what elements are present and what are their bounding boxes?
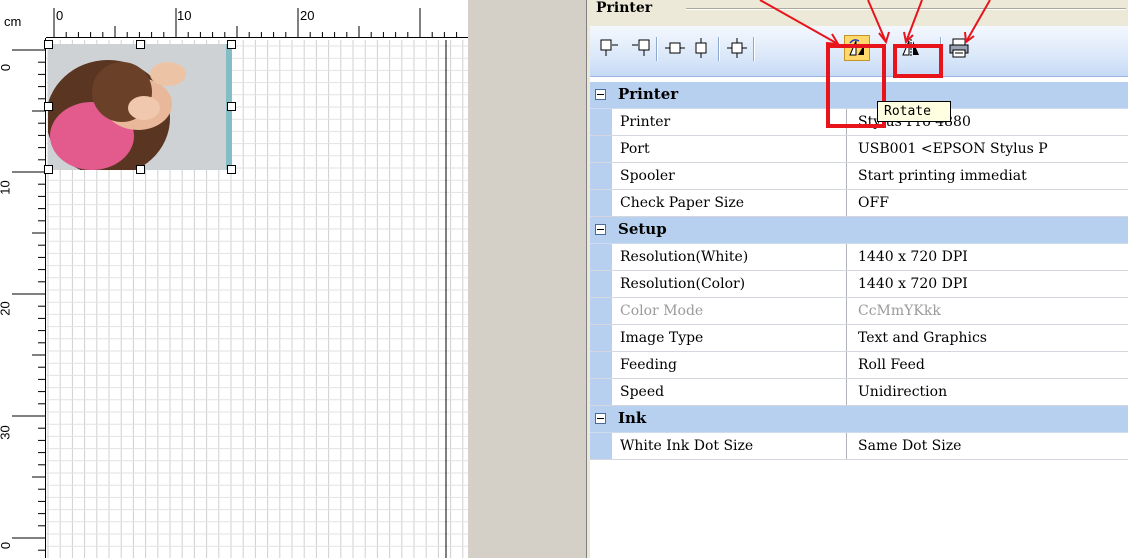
- row-gutter: [590, 244, 612, 270]
- category-label: Printer: [618, 85, 679, 103]
- vertical-ruler[interactable]: 0 10 20 30 0: [0, 38, 46, 558]
- property-value[interactable]: Start printing immediat: [848, 163, 1128, 189]
- collapse-icon[interactable]: [595, 413, 606, 424]
- property-name: Port: [612, 136, 847, 162]
- row-gutter: [590, 190, 612, 216]
- property-value[interactable]: Text and Graphics: [848, 325, 1128, 351]
- property-value[interactable]: 1440 x 720 DPI: [848, 244, 1128, 270]
- row-gutter: [590, 163, 612, 189]
- property-value[interactable]: Unidirection: [848, 379, 1128, 405]
- category-label: Setup: [618, 220, 667, 238]
- print-icon: [949, 38, 969, 58]
- photo-image: [48, 44, 232, 170]
- row-gutter: [590, 298, 612, 324]
- row-gutter: [590, 352, 612, 378]
- toolbar-separator: [656, 37, 658, 61]
- groupbox-line: [686, 8, 1126, 10]
- vruler-label-0: 0: [0, 64, 13, 71]
- property-row: Color Mode CcMmYKkk: [590, 298, 1128, 325]
- ruler-unit-label: cm: [4, 14, 22, 29]
- align-top-icon: [600, 39, 618, 56]
- row-gutter: [590, 109, 612, 135]
- toolbar-separator: [753, 37, 755, 61]
- panel-groupbox-title: Printer: [590, 0, 1128, 26]
- hruler-label-20: 20: [300, 8, 315, 23]
- align-top-button[interactable]: [596, 35, 622, 61]
- property-row[interactable]: White Ink Dot Size Same Dot Size: [590, 433, 1128, 460]
- property-name: Image Type: [612, 325, 847, 351]
- placed-photo[interactable]: [48, 44, 232, 170]
- property-name: Feeding: [612, 352, 847, 378]
- hruler-label-10: 10: [177, 8, 192, 23]
- vruler-label-10: 10: [0, 180, 13, 195]
- property-name: Speed: [612, 379, 847, 405]
- property-name: White Ink Dot Size: [612, 433, 847, 459]
- horizontal-ruler-ticks: [46, 8, 468, 38]
- resize-handle-se[interactable]: [227, 165, 236, 174]
- center-horizontal-button[interactable]: [662, 35, 688, 61]
- center-horizontal-icon: [665, 42, 685, 54]
- collapse-icon[interactable]: [595, 89, 606, 100]
- category-ink[interactable]: Ink: [590, 406, 1128, 433]
- vruler-label-40: 0: [0, 542, 13, 549]
- vruler-label-20: 20: [0, 301, 13, 316]
- property-row[interactable]: Image Type Text and Graphics: [590, 325, 1128, 352]
- horizontal-ruler[interactable]: 0 10 20: [46, 0, 468, 38]
- hruler-label-0: 0: [56, 8, 64, 23]
- center-both-button[interactable]: [724, 35, 750, 61]
- vruler-label-30: 30: [0, 425, 13, 440]
- layout-canvas[interactable]: cm 0 10 20 0 10 20 30 0: [0, 0, 468, 558]
- property-grid: Printer Printer Stylus Pro 4880 Port USB00…: [590, 82, 1128, 460]
- property-row[interactable]: Speed Unidirection: [590, 379, 1128, 406]
- property-value[interactable]: 1440 x 720 DPI: [848, 271, 1128, 297]
- property-value[interactable]: USB001 <EPSON Stylus P: [848, 136, 1128, 162]
- resize-handle-w[interactable]: [44, 102, 53, 111]
- property-value[interactable]: Same Dot Size: [848, 433, 1128, 459]
- row-gutter: [590, 271, 612, 297]
- center-vertical-button[interactable]: [688, 35, 714, 61]
- property-name: Check Paper Size: [612, 190, 847, 216]
- print-button[interactable]: [946, 35, 972, 61]
- align-bottom-icon: [632, 39, 650, 56]
- resize-handle-ne[interactable]: [227, 40, 236, 49]
- property-name: Resolution(Color): [612, 271, 847, 297]
- property-row[interactable]: Spooler Start printing immediat: [590, 163, 1128, 190]
- property-name: Color Mode: [612, 298, 847, 324]
- resize-handle-e[interactable]: [227, 102, 236, 111]
- category-setup[interactable]: Setup: [590, 217, 1128, 244]
- row-gutter: [590, 433, 612, 459]
- align-bottom-button[interactable]: [628, 35, 654, 61]
- property-name: Printer: [612, 109, 847, 135]
- property-row[interactable]: Feeding Roll Feed: [590, 352, 1128, 379]
- collapse-icon[interactable]: [595, 224, 606, 235]
- mirror-highlight-box: [893, 44, 943, 78]
- property-row[interactable]: Resolution(Color) 1440 x 720 DPI: [590, 271, 1128, 298]
- printer-panel: Printer Printer Printer Stylus Pro 4880 …: [590, 0, 1128, 558]
- panel-title: Printer: [596, 0, 653, 16]
- property-name: Resolution(White): [612, 244, 847, 270]
- rotate-tooltip: Rotate: [877, 101, 951, 122]
- property-value[interactable]: Roll Feed: [848, 352, 1128, 378]
- resize-handle-sw[interactable]: [44, 165, 53, 174]
- resize-handle-s[interactable]: [136, 165, 145, 174]
- toolbar-separator: [718, 37, 720, 61]
- row-gutter: [590, 136, 612, 162]
- property-row[interactable]: Check Paper Size OFF: [590, 190, 1128, 217]
- property-value: CcMmYKkk: [858, 303, 941, 319]
- ruler-corner: cm: [0, 0, 46, 38]
- vertical-ruler-ticks: [12, 38, 46, 558]
- center-both-icon: [727, 38, 747, 58]
- row-gutter: [590, 379, 612, 405]
- row-gutter: [590, 325, 612, 351]
- workspace-gutter: [468, 0, 586, 558]
- property-row[interactable]: Port USB001 <EPSON Stylus P: [590, 136, 1128, 163]
- resize-handle-n[interactable]: [136, 40, 145, 49]
- property-name: Spooler: [612, 163, 847, 189]
- property-value[interactable]: OFF: [848, 190, 1128, 216]
- property-row[interactable]: Resolution(White) 1440 x 720 DPI: [590, 244, 1128, 271]
- resize-handle-nw[interactable]: [44, 40, 53, 49]
- center-vertical-icon: [695, 38, 707, 58]
- category-label: Ink: [618, 409, 647, 427]
